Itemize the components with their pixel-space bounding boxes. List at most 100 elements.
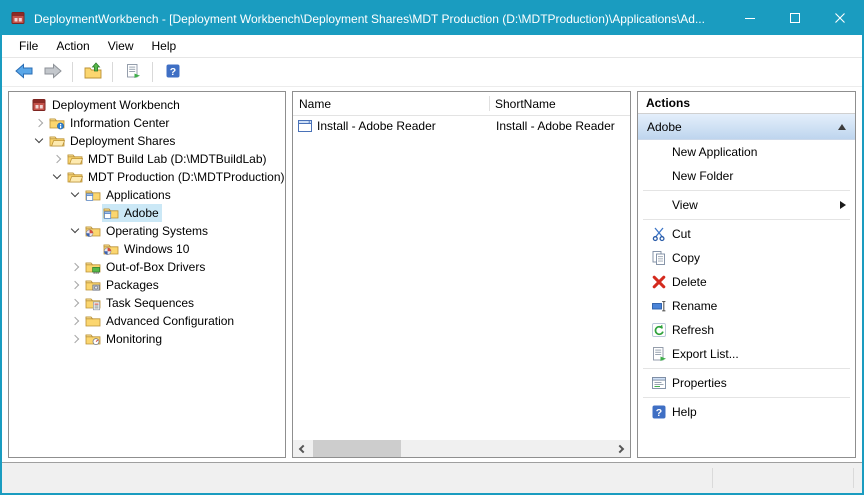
refresh-icon [649,322,669,338]
action-separator [643,219,850,220]
list-header: Name ShortName [293,92,630,116]
tree-item[interactable]: Task Sequences [9,294,285,312]
expander-icon[interactable] [13,97,30,113]
action-item[interactable]: Cut [638,222,855,246]
app-icon [10,10,27,27]
toolbar-separator [112,62,113,82]
export-list-button[interactable] [119,60,146,84]
action-item[interactable]: View [638,193,855,217]
tree-item[interactable]: Operating Systems [9,222,285,240]
expander-icon[interactable] [31,115,48,131]
minimize-icon [745,12,755,26]
expander-icon[interactable] [67,295,84,311]
action-item-label: View [672,198,840,212]
action-item[interactable]: ? Help [638,400,855,424]
delete-icon [649,274,669,290]
tree-item[interactable]: Windows 10 [9,240,285,258]
svg-text:?: ? [169,66,175,78]
expander-icon[interactable] [67,259,84,275]
menu-view[interactable]: View [99,36,143,56]
minimize-button[interactable] [727,2,772,35]
item-shortname: Install - Adobe Reader [489,119,630,133]
column-header-shortname[interactable]: ShortName [489,92,630,115]
expander-icon[interactable] [67,331,84,347]
help-icon: ? [165,63,181,82]
tree-item[interactable]: MDT Production (D:\MDTProduction) [9,168,285,186]
expander-icon[interactable] [67,223,84,239]
tree-item-label: Deployment Workbench [52,98,180,112]
action-item[interactable]: Export List... [638,342,855,366]
action-item[interactable]: New Application [638,140,855,164]
back-icon [14,61,34,84]
action-item[interactable]: Properties [638,371,855,395]
menu-file[interactable]: File [10,36,47,56]
folder-monitor-icon [85,331,102,347]
back-button[interactable] [10,60,37,84]
folder-app-icon [85,187,102,203]
folder-open-icon [67,151,84,167]
svg-text:?: ? [656,407,662,419]
tree-item[interactable]: Deployment Shares [9,132,285,150]
column-header-name[interactable]: Name [293,92,489,115]
close-button[interactable] [817,2,862,35]
window-title: DeploymentWorkbench - [Deployment Workbe… [34,12,720,26]
expander-icon[interactable] [85,205,102,221]
up-folder-icon [83,61,103,84]
tree-item[interactable]: Monitoring [9,330,285,348]
menu-help[interactable]: Help [143,36,186,56]
collapse-arrow-icon[interactable] [838,124,846,130]
expander-icon[interactable] [49,151,66,167]
tree-item[interactable]: Advanced Configuration [9,312,285,330]
expander-icon[interactable] [67,277,84,293]
menu-action[interactable]: Action [47,36,98,56]
tree-item-label: Operating Systems [106,224,208,238]
expander-icon[interactable] [85,241,102,257]
action-item[interactable]: Copy [638,246,855,270]
action-item[interactable]: New Folder [638,164,855,188]
horizontal-scrollbar[interactable] [293,440,630,457]
action-item-label: Help [672,405,855,419]
properties-icon [649,375,669,391]
tree-item[interactable]: Adobe [9,204,285,222]
actions-group-header[interactable]: Adobe [638,114,855,140]
app-window: DeploymentWorkbench - [Deployment Workbe… [0,0,864,495]
action-item-label: Properties [672,376,855,390]
action-item-label: Cut [672,227,855,241]
scrollbar-track[interactable] [310,440,613,457]
tree-item[interactable]: Packages [9,276,285,294]
expander-icon[interactable] [67,187,84,203]
tree-item[interactable]: Deployment Workbench [9,96,285,114]
expander-icon[interactable] [67,313,84,329]
scroll-left-button[interactable] [293,440,310,457]
list-row[interactable]: Install - Adobe ReaderInstall - Adobe Re… [293,116,630,136]
action-separator [643,368,850,369]
expander-icon[interactable] [31,133,48,149]
expander-icon[interactable] [49,169,66,185]
action-item[interactable]: Delete [638,270,855,294]
up-folder-button[interactable] [79,60,106,84]
action-item-label: Delete [672,275,855,289]
tree-item-label: Deployment Shares [70,134,175,148]
action-item[interactable]: Refresh [638,318,855,342]
folder-info-icon [49,115,66,131]
scroll-right-button[interactable] [613,440,630,457]
tree-item[interactable]: Applications [9,186,285,204]
maximize-button[interactable] [772,2,817,35]
toolbar-separator [152,62,153,82]
help-button[interactable]: ? [159,60,186,84]
tree-item[interactable]: Out-of-Box Drivers [9,258,285,276]
action-item-label: Copy [672,251,855,265]
action-item-label: New Application [672,145,855,159]
maximize-icon [790,12,800,26]
tree-item[interactable]: MDT Build Lab (D:\MDTBuildLab) [9,150,285,168]
actions-pane: Actions Adobe New ApplicationNew FolderV… [637,91,856,458]
forward-button[interactable] [39,60,66,84]
menu-bar: FileActionViewHelp [2,35,862,58]
scrollbar-thumb[interactable] [313,440,401,457]
tree-item-label: Task Sequences [106,296,194,310]
action-item[interactable]: Rename [638,294,855,318]
folder-open-icon [67,169,84,185]
tree-item[interactable]: Information Center [9,114,285,132]
application-icon [297,118,313,134]
folder-task-icon [85,295,102,311]
